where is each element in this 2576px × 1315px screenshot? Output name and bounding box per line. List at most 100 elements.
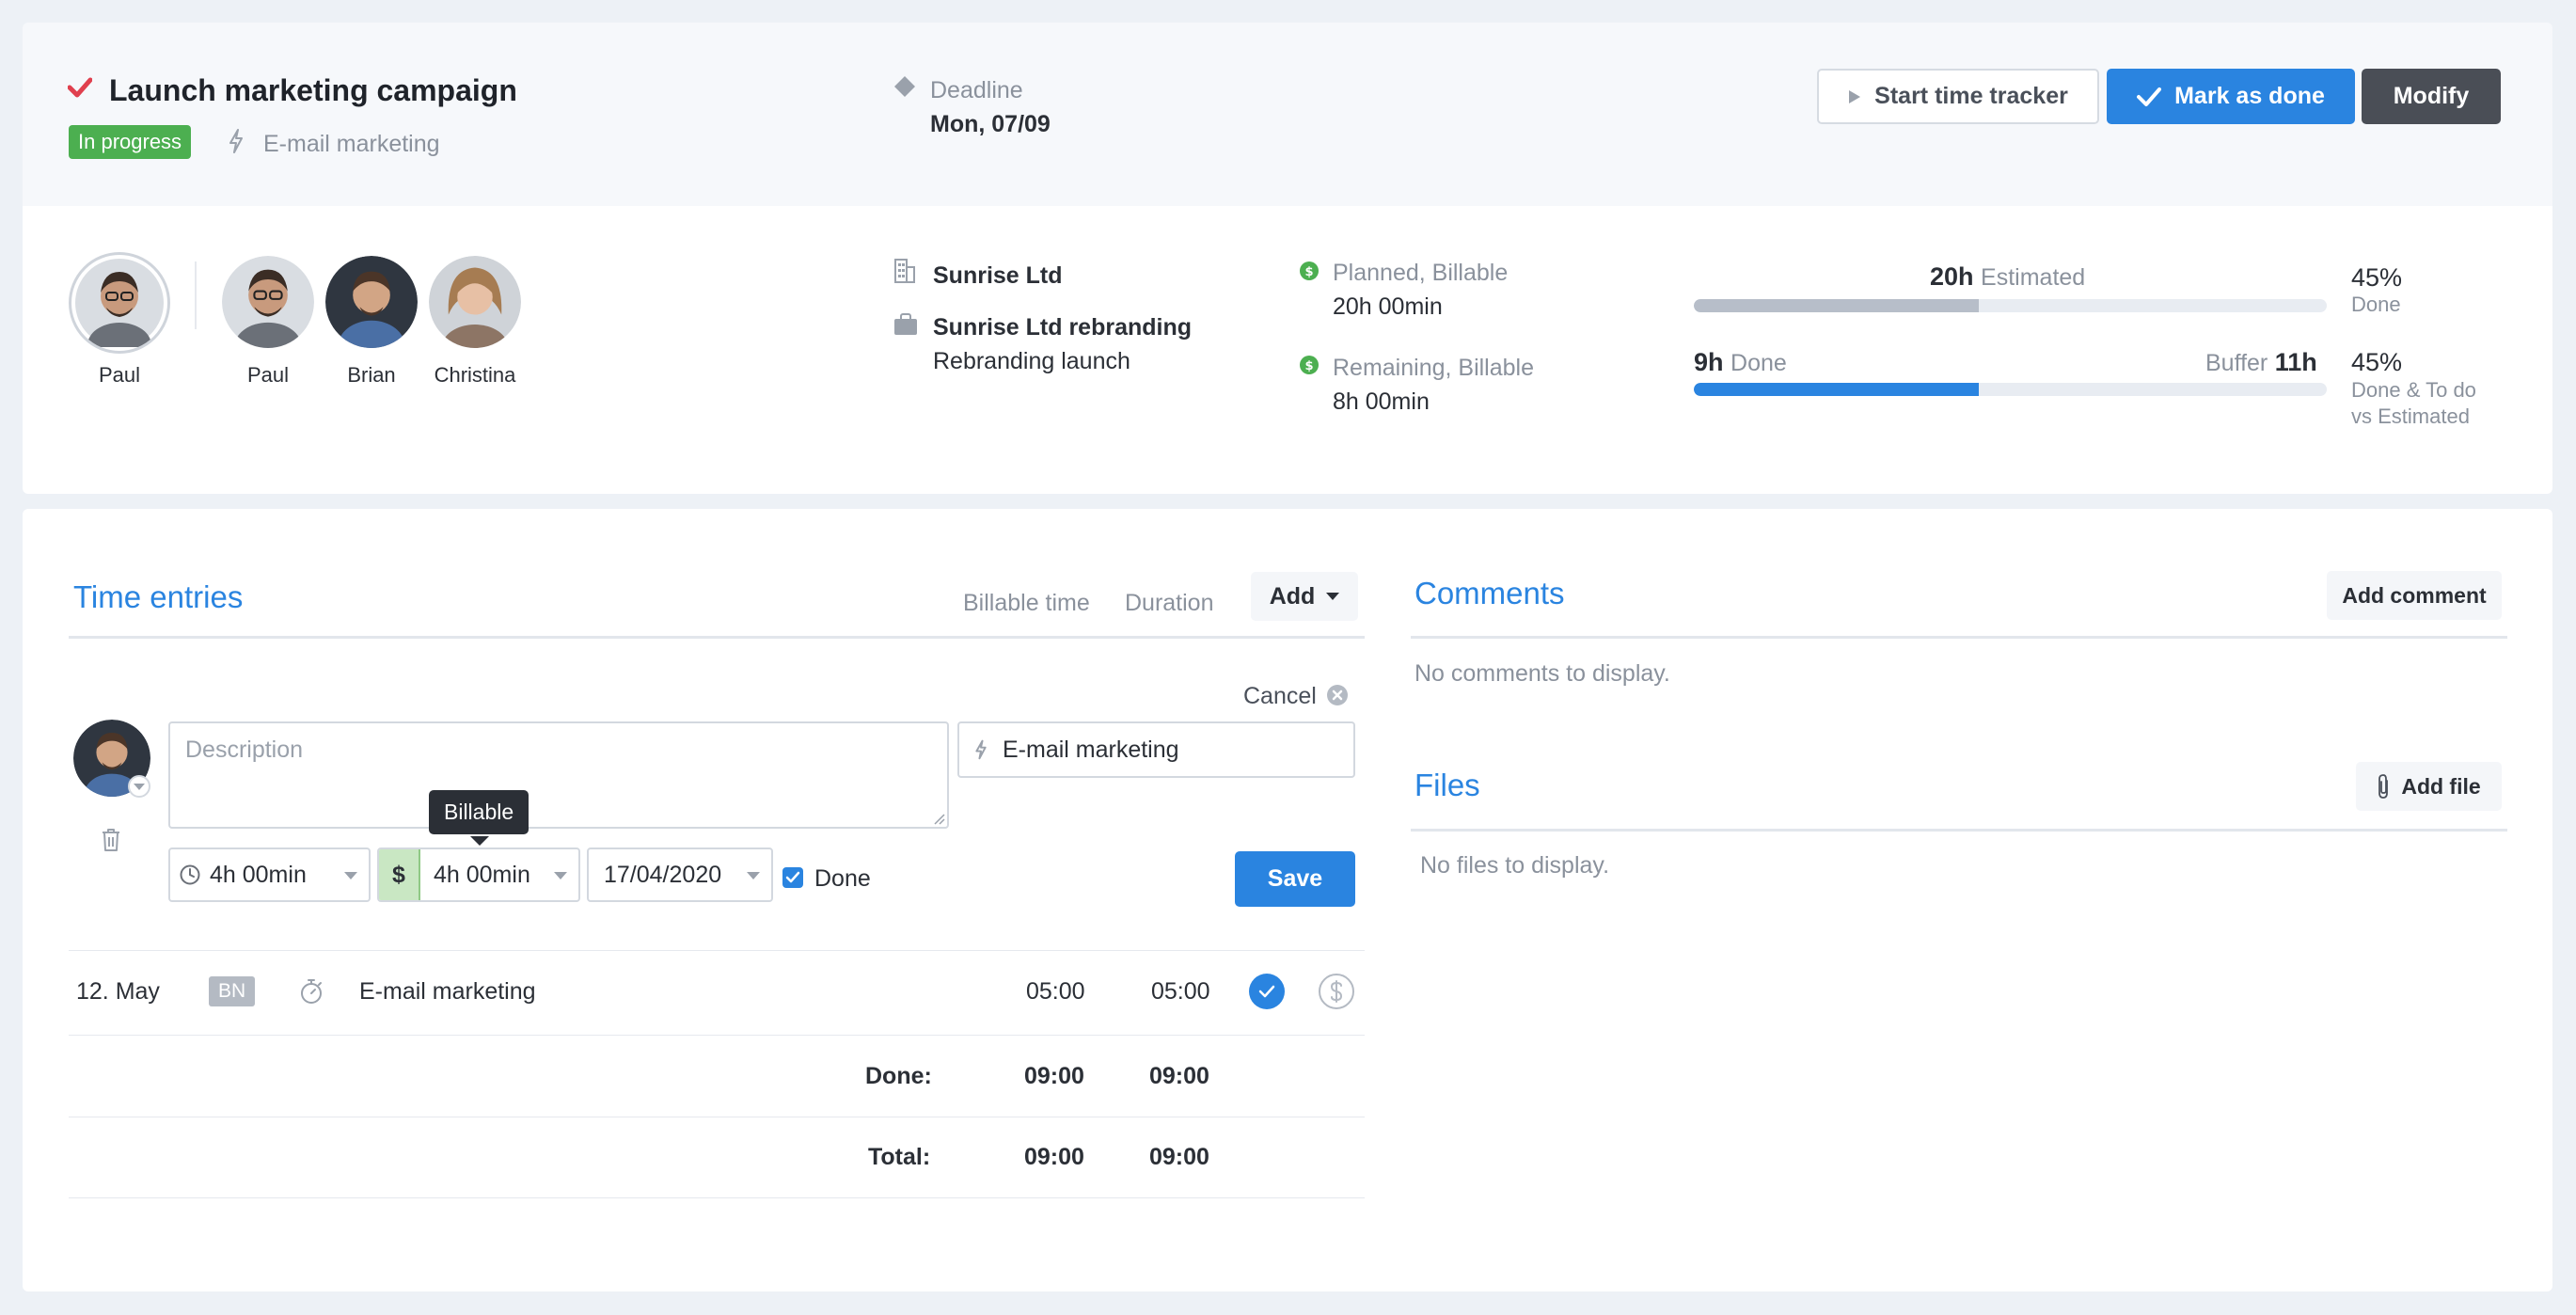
planned-value: 20h 00min [1333, 293, 1443, 320]
person-paul-icon [222, 256, 314, 348]
chevron-down-icon [134, 784, 145, 790]
person-brian-icon [325, 256, 418, 348]
building-icon [894, 259, 915, 283]
pct-total-label-1: Done & To do [2351, 378, 2476, 402]
owner-name: Paul [98, 363, 141, 387]
duration-select[interactable]: 4h 00min [168, 848, 371, 902]
duration-value: 4h 00min [210, 861, 307, 888]
estimated-progress-fill [1694, 299, 1979, 312]
estimated-label: Estimated [1981, 264, 2086, 291]
date-value: 17/04/2020 [604, 861, 722, 888]
dollar-icon [1330, 980, 1343, 1003]
total-row-billable: 09:00 [1024, 1144, 1084, 1170]
buffer-label: Buffer [2205, 350, 2268, 376]
remaining-label: Remaining, Billable [1333, 355, 1535, 381]
description-textarea[interactable]: Description [168, 721, 949, 829]
mark-done-button[interactable]: Mark as done [2107, 69, 2355, 124]
time-entries-divider [69, 636, 1365, 639]
row-divider [69, 950, 1365, 951]
trash-icon[interactable] [101, 828, 121, 852]
tooltip-arrow [470, 836, 489, 846]
date-picker[interactable]: 17/04/2020 [587, 848, 773, 902]
activity-value: E-mail marketing [1003, 736, 1179, 763]
mark-done-label: Mark as done [2174, 83, 2325, 109]
svg-text:$: $ [1304, 359, 1313, 373]
buffer-hours: 11h [2274, 348, 2317, 376]
done-hours: 9h [1694, 348, 1724, 376]
member-avatar-christina[interactable] [429, 256, 521, 348]
add-file-button[interactable]: Add file [2356, 762, 2502, 811]
resize-handle-icon[interactable] [932, 812, 945, 825]
files-divider [1411, 829, 2507, 832]
done-progress-bar [1694, 383, 2327, 396]
member-name: Brian [347, 363, 396, 387]
project-milestone: Rebranding launch [933, 348, 1130, 374]
add-entry-label: Add [1269, 582, 1316, 610]
total-row-label: Total: [868, 1144, 931, 1170]
add-file-label: Add file [2401, 773, 2481, 799]
col-billable-time[interactable]: Billable time [963, 590, 1090, 617]
dollar-circle-icon: $ [1300, 356, 1319, 374]
check-icon [785, 871, 800, 883]
user-initials-badge: BN [209, 976, 256, 1006]
deadline-value: Mon, 07/09 [930, 111, 1051, 137]
comments-title: Comments [1414, 576, 1565, 610]
remaining-value: 8h 00min [1333, 388, 1430, 415]
modify-button[interactable]: Modify [2362, 69, 2501, 124]
entry-done-toggle[interactable] [1249, 974, 1285, 1009]
col-duration[interactable]: Duration [1125, 590, 1214, 617]
lightning-icon [229, 129, 243, 153]
entry-duration: 05:00 [1151, 978, 1210, 1005]
task-title: Launch marketing campaign [109, 73, 517, 107]
done-checkbox-label[interactable]: Done [814, 865, 871, 893]
billable-tooltip: Billable [429, 790, 529, 834]
stopwatch-icon [301, 979, 322, 1004]
done-row-duration: 09:00 [1149, 1063, 1209, 1089]
member-avatar-brian[interactable] [325, 256, 418, 348]
dollar-circle-icon: $ [1300, 261, 1319, 280]
row-divider [69, 1197, 1365, 1198]
row-divider [69, 1035, 1365, 1036]
avatar-divider [195, 261, 197, 329]
chevron-down-icon [1326, 593, 1340, 600]
add-comment-button[interactable]: Add comment [2327, 571, 2502, 620]
project-name[interactable]: Sunrise Ltd rebranding [933, 314, 1192, 341]
estimated-hours: 20h [1930, 262, 1974, 291]
start-tracker-button[interactable]: Start time tracker [1817, 69, 2099, 124]
billable-toggle[interactable]: $ [379, 849, 420, 900]
pct-total-label-2: vs Estimated [2351, 404, 2470, 428]
billable-duration-select[interactable]: $ 4h 00min [377, 848, 580, 902]
status-badge[interactable]: In progress [69, 125, 192, 159]
briefcase-icon [894, 313, 917, 335]
lightning-icon [975, 739, 987, 760]
entry-billable-toggle[interactable] [1319, 974, 1354, 1009]
task-info-panel [23, 206, 2552, 494]
checkmark-icon [68, 77, 92, 98]
chevron-down-icon [344, 872, 357, 879]
time-entries-title: Time entries [73, 579, 244, 614]
total-row-duration: 09:00 [1149, 1144, 1209, 1170]
entry-billable: 05:00 [1026, 978, 1085, 1005]
done-row-label: Done: [865, 1063, 932, 1089]
chevron-down-icon [554, 872, 567, 879]
save-button[interactable]: Save [1235, 851, 1355, 907]
task-category[interactable]: E-mail marketing [263, 131, 440, 158]
client-company[interactable]: Sunrise Ltd [933, 262, 1063, 290]
activity-select[interactable]: E-mail marketing [957, 721, 1355, 778]
pct-done-label: Done [2351, 293, 2401, 316]
estimated-heading: 20h Estimated [1930, 262, 2085, 292]
entry-activity: E-mail marketing [359, 978, 536, 1005]
pct-done: 45% [2351, 263, 2403, 292]
add-entry-button[interactable]: Add [1251, 572, 1358, 621]
avatar-dropdown[interactable] [128, 775, 150, 798]
check-icon [1258, 985, 1275, 998]
close-circle-icon[interactable] [1326, 684, 1349, 706]
estimated-progress-bar [1694, 299, 2327, 312]
owner-avatar[interactable] [69, 252, 170, 354]
person-paul-icon [75, 259, 164, 351]
done-heading: 9h Done [1694, 348, 1787, 377]
check-icon [2137, 87, 2162, 106]
done-checkbox[interactable] [782, 867, 803, 888]
member-avatar-paul[interactable] [222, 256, 314, 348]
cancel-button[interactable]: Cancel [1243, 683, 1317, 710]
